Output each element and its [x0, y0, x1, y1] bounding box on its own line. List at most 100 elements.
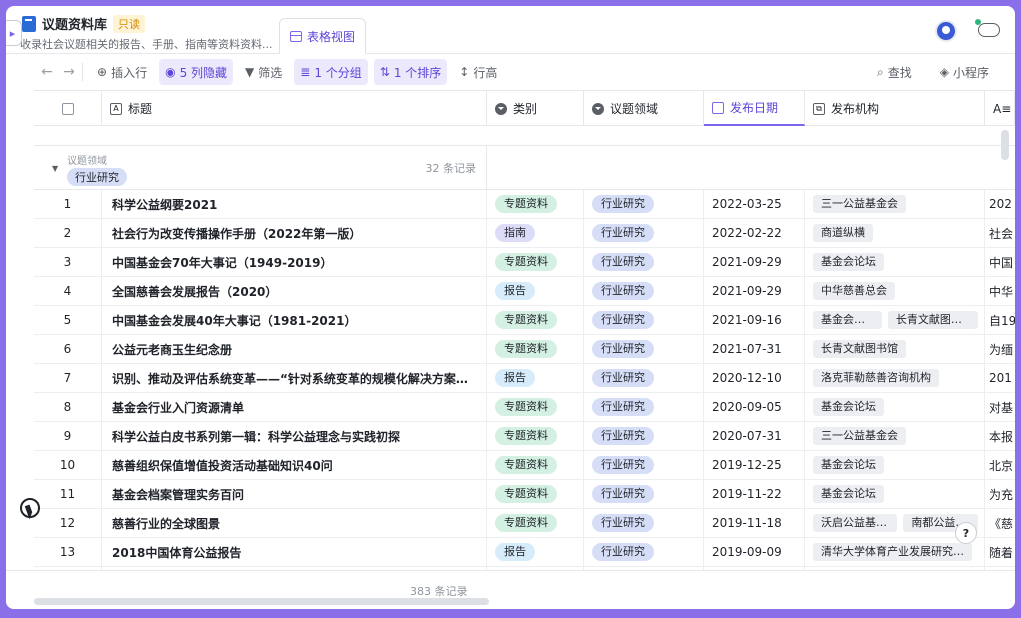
- category-cell[interactable]: 专题资料: [487, 306, 584, 334]
- date-cell[interactable]: 2021-09-29: [704, 248, 805, 276]
- date-cell[interactable]: 2019-09-09: [704, 538, 805, 566]
- org-cell[interactable]: 基金会论坛: [805, 248, 985, 276]
- org-cell[interactable]: 基金会论坛: [805, 480, 985, 508]
- org-cell[interactable]: 基金会论坛: [805, 393, 985, 421]
- org-cell[interactable]: 三一公益基金会: [805, 422, 985, 450]
- column-header-domain[interactable]: 议题领域: [584, 91, 704, 126]
- title-cell[interactable]: 2018中国体育公益报告: [102, 538, 487, 566]
- horizontal-scrollbar[interactable]: [34, 598, 489, 605]
- vertical-scrollbar[interactable]: [1001, 130, 1009, 160]
- collapse-caret-icon[interactable]: ▼: [52, 164, 58, 173]
- title-cell[interactable]: 科学公益纲要2021: [102, 190, 487, 218]
- group-header[interactable]: ▼ 议题领域 行业研究 32 条记录: [34, 145, 1015, 190]
- cloud-sync-icon[interactable]: [975, 19, 1000, 37]
- date-cell[interactable]: 2020-09-05: [704, 393, 805, 421]
- filter-button[interactable]: ▼ 筛选: [239, 59, 288, 85]
- extra-cell[interactable]: 202: [985, 190, 1015, 218]
- table-row[interactable]: 1 科学公益纲要2021 专题资料 行业研究 2022-03-25 三一公益基金会 202: [34, 190, 1015, 219]
- title-cell[interactable]: 公益元老商玉生纪念册: [102, 335, 487, 363]
- category-cell[interactable]: 专题资料: [487, 422, 584, 450]
- table-row[interactable]: 5 中国基金会发展40年大事记（1981-2021） 专题资料 行业研究 2021-09…: [34, 306, 1015, 335]
- title-cell[interactable]: 慈善行业的全球图景: [102, 509, 487, 537]
- table-row[interactable]: 2 社会行为改变传播操作手册（2022年第一版） 指南 行业研究 2022-02-22 商…: [34, 219, 1015, 248]
- category-cell[interactable]: 专题资料: [487, 480, 584, 508]
- mini-program-button[interactable]: ◈ 小程序: [934, 59, 995, 85]
- title-cell[interactable]: 全国慈善会发展报告（2020）: [102, 277, 487, 305]
- date-cell[interactable]: 2022-03-25: [704, 190, 805, 218]
- column-header-date[interactable]: 发布日期: [704, 91, 805, 126]
- extra-cell[interactable]: 北京: [985, 451, 1015, 479]
- category-cell[interactable]: 专题资料: [487, 335, 584, 363]
- category-cell[interactable]: 报告: [487, 364, 584, 392]
- org-cell[interactable]: 三一公益基金会: [805, 190, 985, 218]
- column-header-org[interactable]: ⧉ 发布机构: [805, 91, 985, 126]
- extra-cell[interactable]: 中国: [985, 248, 1015, 276]
- date-cell[interactable]: 2020-07-31: [704, 422, 805, 450]
- org-cell[interactable]: 基金会论坛 长青文献图书馆: [805, 306, 985, 334]
- table-row[interactable]: 8 基金会行业入门资源清单 专题资料 行业研究 2020-09-05 基金会论坛 对基: [34, 393, 1015, 422]
- extra-cell[interactable]: 自19: [985, 306, 1015, 334]
- date-cell[interactable]: 2019-12-25: [704, 451, 805, 479]
- extra-cell[interactable]: 中华: [985, 277, 1015, 305]
- title-cell[interactable]: 科学公益白皮书系列第一辑：科学公益理念与实践初探: [102, 422, 487, 450]
- domain-cell[interactable]: 行业研究: [584, 393, 704, 421]
- extra-cell[interactable]: 社会: [985, 219, 1015, 247]
- title-cell[interactable]: 基金会档案管理实务百问: [102, 480, 487, 508]
- org-cell[interactable]: 长青文献图书馆: [805, 335, 985, 363]
- extra-cell[interactable]: 《慈: [985, 509, 1015, 537]
- category-cell[interactable]: 报告: [487, 538, 584, 566]
- row-height-button[interactable]: ↕ 行高: [453, 59, 503, 85]
- title-cell[interactable]: 基金会行业入门资源清单: [102, 393, 487, 421]
- date-cell[interactable]: 2021-09-16: [704, 306, 805, 334]
- category-cell[interactable]: 专题资料: [487, 190, 584, 218]
- sort-button[interactable]: ⇅ 1 个排序: [373, 59, 448, 85]
- help-button[interactable]: ?: [955, 522, 977, 544]
- date-cell[interactable]: 2021-07-31: [704, 335, 805, 363]
- table-row[interactable]: 12 慈善行业的全球图景 专题资料 行业研究 2019-11-18 沃启公益基金会 南都公益…: [34, 509, 1015, 538]
- org-cell[interactable]: 中华慈善总会: [805, 277, 985, 305]
- title-cell[interactable]: 社会行为改变传播操作手册（2022年第一版）: [102, 219, 487, 247]
- title-cell[interactable]: 识别、推动及评估系统变革——“针对系统变革的规模化解决方案倡议…: [102, 364, 487, 392]
- hidden-columns-button[interactable]: ◉ 5 列隐藏: [159, 59, 234, 85]
- category-cell[interactable]: 专题资料: [487, 248, 584, 276]
- table-row[interactable]: 11 基金会档案管理实务百问 专题资料 行业研究 2019-11-22 基金会论坛 为充: [34, 480, 1015, 509]
- title-cell[interactable]: 中国基金会70年大事记（1949-2019）: [102, 248, 487, 276]
- domain-cell[interactable]: 行业研究: [584, 277, 704, 305]
- date-cell[interactable]: 2019-11-22: [704, 480, 805, 508]
- domain-cell[interactable]: 行业研究: [584, 364, 704, 392]
- extra-cell[interactable]: 为缅: [985, 335, 1015, 363]
- domain-cell[interactable]: 行业研究: [584, 538, 704, 566]
- title-cell[interactable]: 中国基金会发展40年大事记（1981-2021）: [102, 306, 487, 334]
- domain-cell[interactable]: 行业研究: [584, 248, 704, 276]
- extra-cell[interactable]: 本报: [985, 422, 1015, 450]
- group-button[interactable]: ≣ 1 个分组: [294, 59, 368, 85]
- org-cell[interactable]: 基金会论坛: [805, 451, 985, 479]
- extra-cell[interactable]: 201: [985, 364, 1015, 392]
- org-cell[interactable]: 清华大学体育产业发展研究…: [805, 538, 985, 566]
- extra-cell[interactable]: 对基: [985, 393, 1015, 421]
- domain-cell[interactable]: 行业研究: [584, 480, 704, 508]
- domain-cell[interactable]: 行业研究: [584, 219, 704, 247]
- column-header-extra[interactable]: A≡: [985, 91, 1015, 126]
- title-cell[interactable]: 慈善组织保值增值投资活动基础知识40问: [102, 451, 487, 479]
- domain-cell[interactable]: 行业研究: [584, 335, 704, 363]
- table-row[interactable]: 10 慈善组织保值增值投资活动基础知识40问 专题资料 行业研究 2019-12-25 基…: [34, 451, 1015, 480]
- date-cell[interactable]: 2022-02-22: [704, 219, 805, 247]
- expand-sidebar-icon[interactable]: ▸: [6, 20, 22, 46]
- domain-cell[interactable]: 行业研究: [584, 306, 704, 334]
- category-cell[interactable]: 专题资料: [487, 393, 584, 421]
- category-cell[interactable]: 指南: [487, 219, 584, 247]
- date-cell[interactable]: 2019-11-18: [704, 509, 805, 537]
- insert-row-button[interactable]: ⊕ 插入行: [91, 59, 153, 85]
- domain-cell[interactable]: 行业研究: [584, 190, 704, 218]
- table-row[interactable]: 6 公益元老商玉生纪念册 专题资料 行业研究 2021-07-31 长青文献图书馆 为缅: [34, 335, 1015, 364]
- undo-icon[interactable]: ←: [36, 64, 58, 80]
- redo-icon[interactable]: →: [58, 64, 80, 80]
- extra-cell[interactable]: 随着: [985, 538, 1015, 566]
- column-header-title[interactable]: A 标题: [102, 91, 487, 126]
- table-row[interactable]: 7 识别、推动及评估系统变革——“针对系统变革的规模化解决方案倡议… 报告 行业研究 2…: [34, 364, 1015, 393]
- search-button[interactable]: ⌕ 查找: [871, 59, 918, 85]
- column-header-category[interactable]: 类别: [487, 91, 584, 126]
- table-row[interactable]: 4 全国慈善会发展报告（2020） 报告 行业研究 2021-09-29 中华慈善总会 中华: [34, 277, 1015, 306]
- table-row[interactable]: 9 科学公益白皮书系列第一辑：科学公益理念与实践初探 专题资料 行业研究 2020-07…: [34, 422, 1015, 451]
